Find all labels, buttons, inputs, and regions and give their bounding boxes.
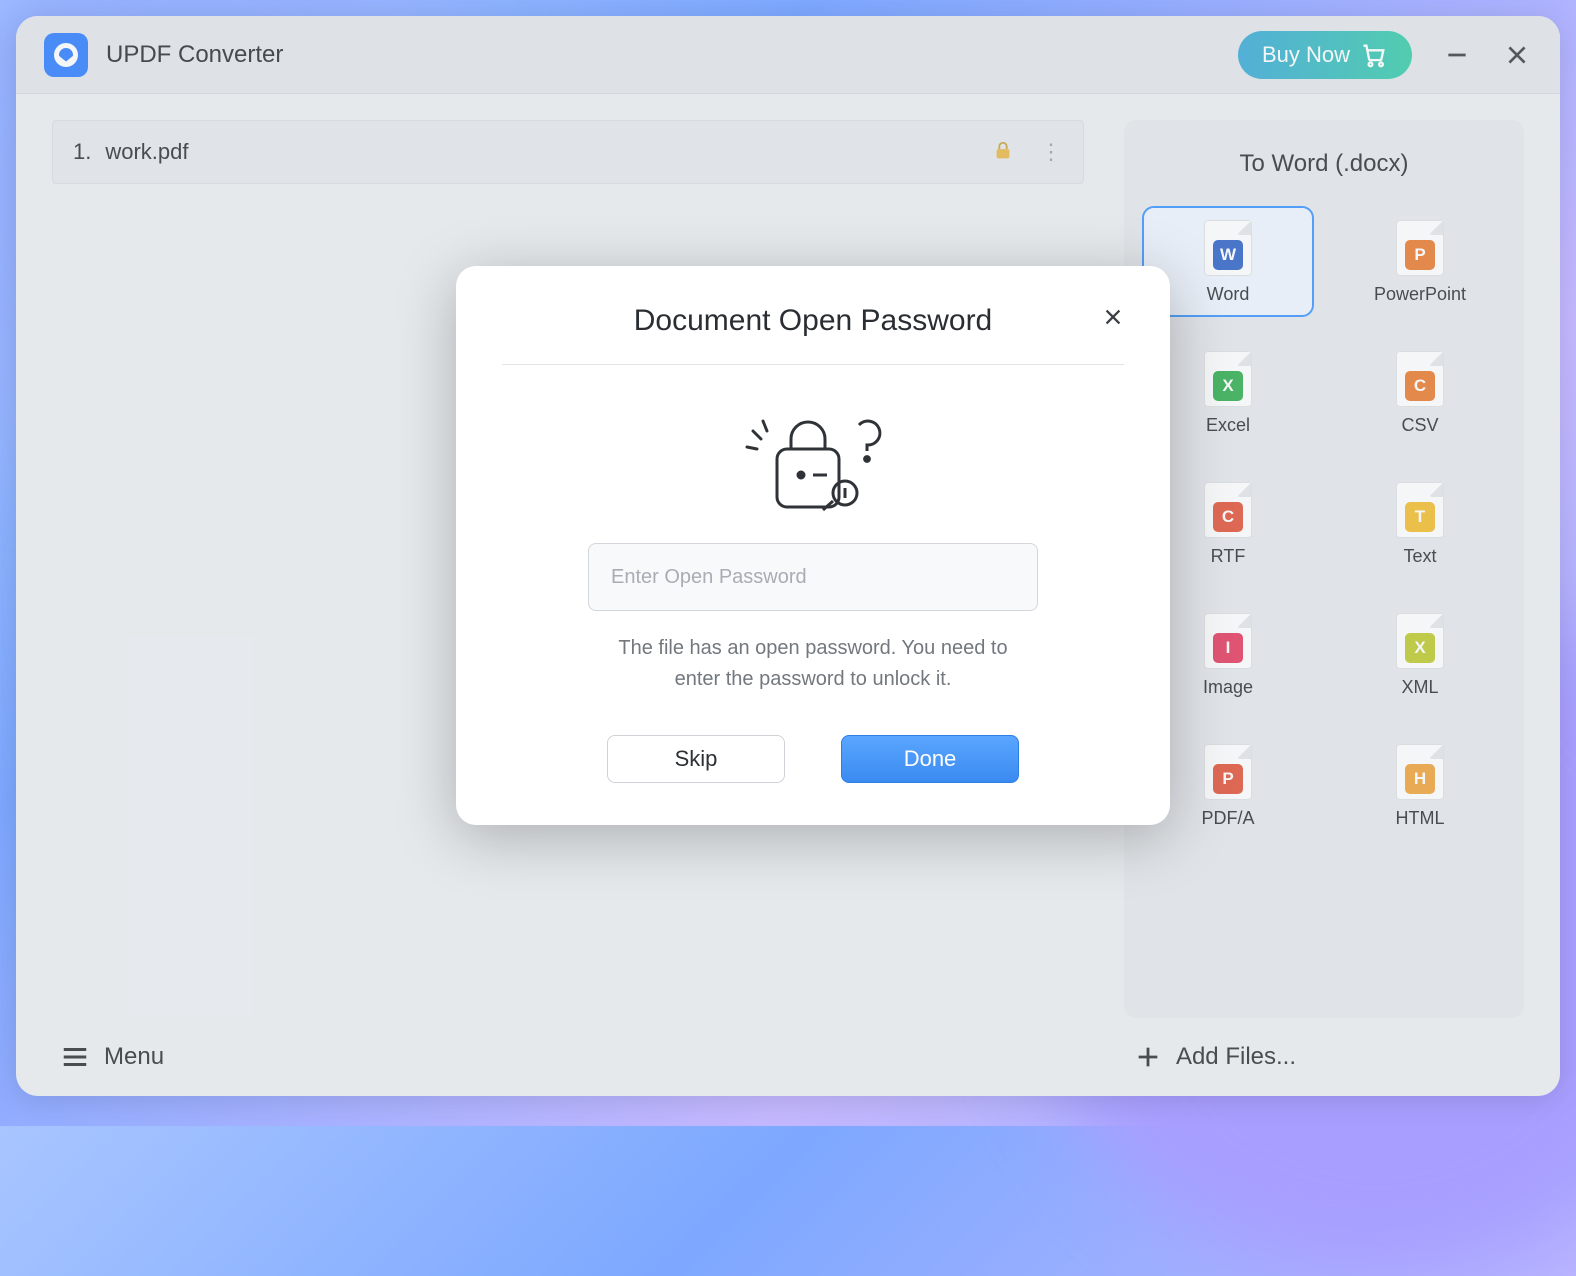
format-panel: To Word (.docx) W Word P PowerPoint X Ex…: [1124, 120, 1524, 1018]
add-files-button[interactable]: Add Files...: [1134, 1043, 1296, 1071]
format-option-text[interactable]: T Text: [1334, 468, 1506, 579]
format-label: PowerPoint: [1374, 284, 1466, 305]
file-index: 1.: [73, 139, 91, 165]
format-label: PDF/A: [1201, 808, 1254, 829]
format-label: Word: [1207, 284, 1250, 305]
menu-label: Menu: [104, 1043, 164, 1071]
format-icon-text: T: [1396, 482, 1444, 538]
modal-help-text: The file has an open password. You need …: [593, 633, 1033, 695]
password-input[interactable]: [588, 543, 1038, 611]
format-label: XML: [1401, 677, 1438, 698]
format-icon-rtf: C: [1204, 482, 1252, 538]
menu-button[interactable]: Menu: [60, 1042, 164, 1072]
plus-icon: [1134, 1043, 1162, 1071]
format-icon-powerpoint: P: [1396, 220, 1444, 276]
minimize-button[interactable]: [1442, 40, 1472, 70]
password-modal: Document Open Password The file: [456, 266, 1170, 825]
format-label: RTF: [1211, 546, 1246, 567]
cart-icon: [1360, 41, 1388, 69]
format-panel-title: To Word (.docx): [1142, 150, 1506, 178]
modal-close-button[interactable]: [1102, 306, 1124, 333]
format-icon-html: H: [1396, 744, 1444, 800]
format-label: HTML: [1396, 808, 1445, 829]
format-label: Excel: [1206, 415, 1250, 436]
close-window-button[interactable]: [1502, 40, 1532, 70]
file-row[interactable]: 1. work.pdf ⋮: [52, 120, 1084, 184]
more-options-icon[interactable]: ⋮: [1040, 139, 1063, 165]
format-option-powerpoint[interactable]: P PowerPoint: [1334, 206, 1506, 317]
app-logo-icon: [44, 33, 88, 77]
format-option-xml[interactable]: X XML: [1334, 599, 1506, 710]
format-label: Image: [1203, 677, 1253, 698]
hamburger-icon: [60, 1042, 90, 1072]
format-icon-excel: X: [1204, 351, 1252, 407]
buy-now-label: Buy Now: [1262, 42, 1350, 68]
skip-button[interactable]: Skip: [607, 735, 785, 783]
format-option-csv[interactable]: C CSV: [1334, 337, 1506, 448]
titlebar: UPDF Converter Buy Now: [16, 16, 1560, 94]
file-name: work.pdf: [105, 139, 992, 165]
format-icon-xml: X: [1396, 613, 1444, 669]
lock-question-icon: [502, 411, 1124, 515]
app-window: UPDF Converter Buy Now 1. work.pdf ⋮: [16, 16, 1560, 1096]
lock-icon: [992, 140, 1016, 164]
add-files-label: Add Files...: [1176, 1043, 1296, 1071]
modal-title: Document Open Password: [634, 304, 993, 338]
format-option-html[interactable]: H HTML: [1334, 730, 1506, 841]
format-label: CSV: [1401, 415, 1438, 436]
format-icon-word: W: [1204, 220, 1252, 276]
format-icon-image: I: [1204, 613, 1252, 669]
format-icon-csv: C: [1396, 351, 1444, 407]
app-title: UPDF Converter: [106, 41, 283, 69]
format-label: Text: [1403, 546, 1436, 567]
format-icon-pdfa: P: [1204, 744, 1252, 800]
footer: Menu Add Files...: [16, 1018, 1560, 1096]
buy-now-button[interactable]: Buy Now: [1238, 31, 1412, 79]
done-button[interactable]: Done: [841, 735, 1019, 783]
